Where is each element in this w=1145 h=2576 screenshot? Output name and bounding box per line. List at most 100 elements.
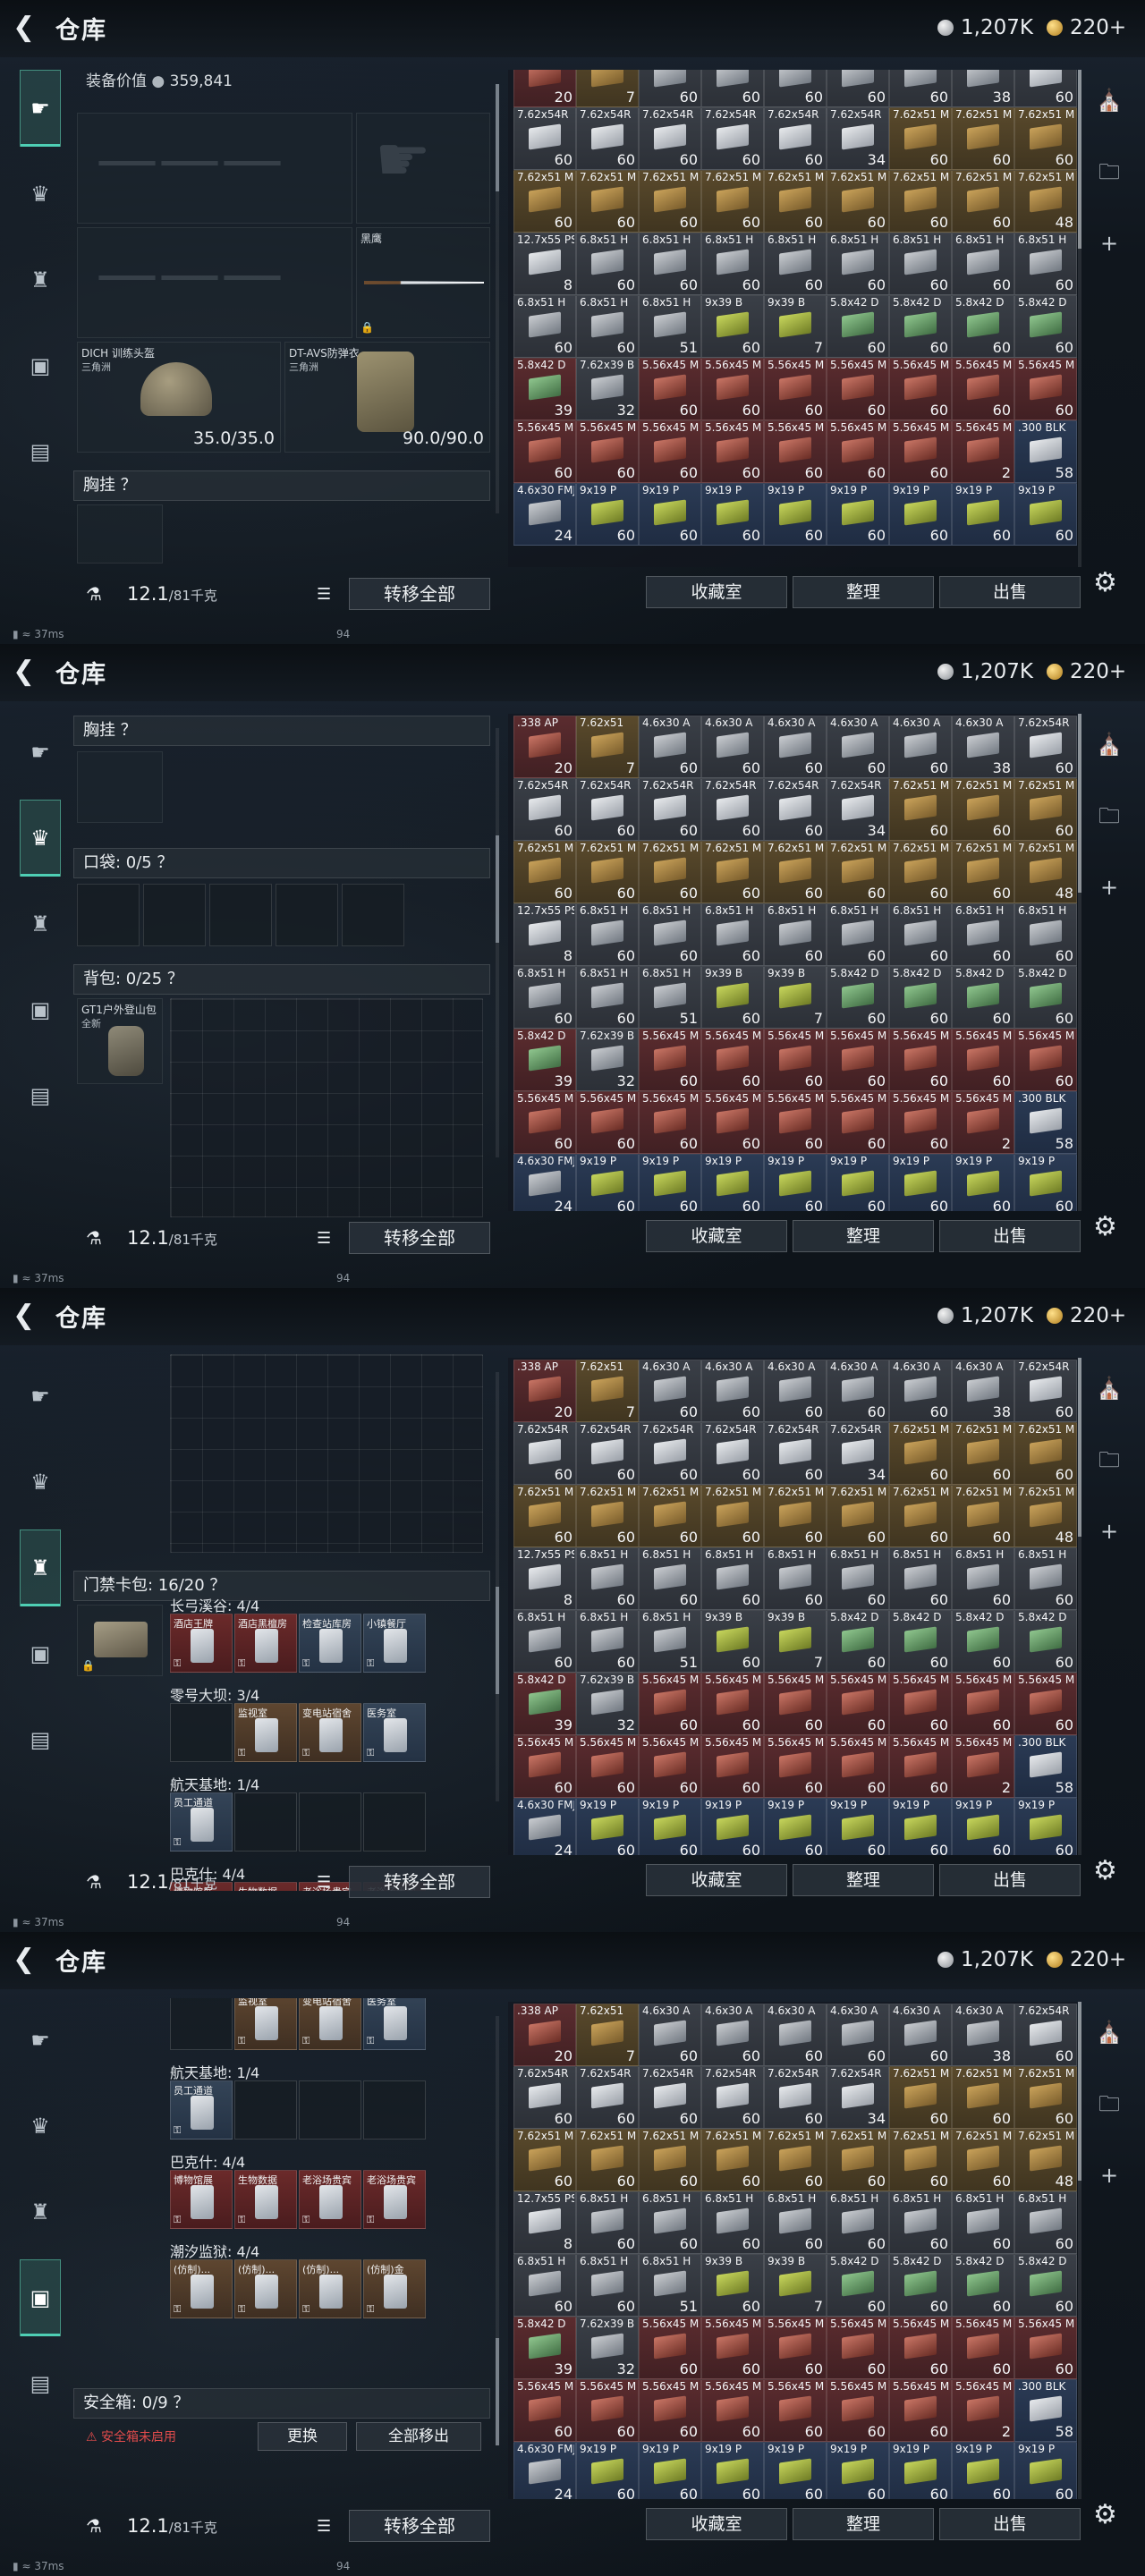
stash-item[interactable]: 7.62x51 M 60 [889, 2066, 952, 2129]
helmet-slot[interactable]: DICH 训练头盔 三角洲 35.0/35.0 [77, 342, 281, 453]
stash-item[interactable]: 5.56x45 M 60 [827, 1091, 889, 1154]
stash-item[interactable]: 6.8x51 H 60 [952, 903, 1014, 966]
keycard-slot[interactable]: 老浴场贵宾⚿ [299, 2170, 361, 2229]
stash-item[interactable]: 7.62x51 M 60 [889, 841, 952, 903]
stash-item[interactable]: 9x19 P 60 [827, 1154, 889, 1211]
stash-item[interactable]: 7.62x51 M 60 [764, 1485, 827, 1547]
sell-button[interactable]: 出售 [939, 2508, 1081, 2540]
stash-item[interactable]: 7.62x51 M 60 [639, 170, 701, 233]
stash-item[interactable]: 9x19 P 60 [952, 1798, 1014, 1855]
vest-icon[interactable]: ♛ [20, 1444, 61, 1521]
keycard-slot[interactable] [234, 2080, 297, 2140]
stash-item[interactable]: 5.56x45 M 60 [952, 358, 1014, 420]
backpack-grid[interactable] [170, 998, 483, 1217]
stash-item[interactable]: 5.56x45 M 60 [889, 1029, 952, 1091]
stash-item[interactable]: 7.62x51 M 60 [639, 1485, 701, 1547]
stash-item[interactable]: 7.62x51 M 60 [764, 2129, 827, 2191]
stash-item[interactable]: 5.56x45 M 60 [639, 1673, 701, 1735]
pistol-slot[interactable]: ☛ [356, 113, 490, 224]
stash-item[interactable]: .338 AP 20 [513, 2004, 576, 2066]
loadout-scroll-thumb[interactable] [496, 2338, 499, 2445]
stash-item[interactable]: 7.62x51 M 60 [513, 1485, 576, 1547]
stash-item[interactable]: 6.8x51 H 60 [1014, 2191, 1077, 2254]
stash-item[interactable]: 4.6x30 FMJ 24 [513, 1798, 576, 1855]
stash-item[interactable]: 6.8x51 H 60 [513, 295, 576, 358]
stash-item[interactable]: 5.8x42 D 60 [889, 1610, 952, 1673]
stash-item[interactable]: 7.62x54R 34 [827, 2066, 889, 2129]
stash-item[interactable]: 12.7x55 PS 8 [513, 233, 576, 295]
stash-item[interactable]: 5.56x45 M 60 [576, 1091, 639, 1154]
stash-item[interactable]: 6.8x51 H 60 [1014, 1547, 1077, 1610]
stash-scrollbar[interactable] [1078, 714, 1081, 1211]
keycard-slot[interactable] [363, 1792, 426, 1852]
gun-icon[interactable]: ☛ [20, 1358, 61, 1435]
stash-item[interactable]: 5.56x45 M 60 [639, 2317, 701, 2379]
stash-item[interactable]: 5.8x42 D 60 [952, 295, 1014, 358]
stash-item[interactable]: 5.56x45 M 2 [952, 2379, 1014, 2442]
list-icon[interactable]: ☰ [317, 1873, 331, 1892]
stash-item[interactable]: 9x19 P 60 [1014, 1798, 1077, 1855]
stash-item[interactable]: 5.56x45 M 60 [889, 1735, 952, 1798]
stash-item[interactable]: 6.8x51 H 51 [639, 295, 701, 358]
folder-icon[interactable]: 🗀 [1095, 801, 1124, 830]
stash-item[interactable]: 4.6x30 FMJ 24 [513, 1154, 576, 1211]
stash-item[interactable]: 9x19 P 60 [827, 483, 889, 546]
stash-item[interactable]: .338 AP 20 [513, 716, 576, 778]
stash-item[interactable]: 7.62x51 M 60 [952, 170, 1014, 233]
stash-item[interactable]: 5.8x42 D 60 [889, 2254, 952, 2317]
stash-item[interactable]: 7.62x51 M 60 [889, 107, 952, 170]
stash-item[interactable]: 9x19 P 60 [889, 1798, 952, 1855]
pocket-cell[interactable] [77, 884, 140, 946]
stash-item[interactable]: 6.8x51 H 60 [576, 966, 639, 1029]
stash-item[interactable]: 7.62x54R 60 [576, 1422, 639, 1485]
stash-item[interactable]: 5.56x45 M 60 [1014, 1673, 1077, 1735]
stash-item[interactable]: 5.56x45 M 60 [827, 420, 889, 483]
stash-item[interactable]: 5.56x45 M 2 [952, 1091, 1014, 1154]
card-icon[interactable]: ▣ [20, 971, 61, 1048]
stash-item[interactable]: 7.62x51 M 60 [952, 2129, 1014, 2191]
stash-item[interactable]: 7.62x54R 60 [513, 1422, 576, 1485]
sort-button[interactable]: 整理 [793, 1864, 934, 1896]
stash-item[interactable]: 7.62x51 7 [576, 716, 639, 778]
case-icon[interactable]: ▤ [20, 413, 61, 490]
backpack-header[interactable]: 背包: 0/25 ？ [73, 964, 490, 995]
pocket-cell[interactable] [143, 884, 206, 946]
keycard-bag-header[interactable]: 门禁卡包: 16/20 ？ [73, 1571, 490, 1601]
stash-item[interactable]: 7.62x51 M 48 [1014, 1485, 1077, 1547]
stash-item[interactable]: 5.56x45 M 60 [827, 358, 889, 420]
stash-item[interactable]: 7.62x54R 34 [827, 778, 889, 841]
stash-item[interactable]: 4.6x30 A60 [701, 70, 764, 107]
stash-item[interactable]: 4.6x30 A60 [701, 2004, 764, 2066]
pocket-cell[interactable] [276, 884, 338, 946]
stash-item[interactable]: 5.56x45 M 60 [764, 1673, 827, 1735]
loadout-scroll-thumb[interactable] [496, 1587, 499, 1694]
stash-item[interactable]: 4.6x30 A60 [701, 716, 764, 778]
stash-item[interactable]: 5.8x42 D 60 [889, 295, 952, 358]
stash-item[interactable]: 12.7x55 PS 8 [513, 2191, 576, 2254]
keycard-slot[interactable]: (仿制)... ⚿ [234, 2259, 297, 2318]
stash-item[interactable]: 7.62x51 M 60 [576, 170, 639, 233]
stash-item[interactable]: 7.62x54R 60 [701, 1422, 764, 1485]
card-icon[interactable]: ▣ [20, 1615, 61, 1692]
folder-icon[interactable]: 🗀 [1095, 1445, 1124, 1474]
stash-item[interactable]: 4.6x30 A60 [889, 70, 952, 107]
stash-item[interactable]: 7.62x54R 60 [1014, 2004, 1077, 2066]
stash-item[interactable]: 5.56x45 M 60 [701, 1091, 764, 1154]
gold-currency[interactable]: 220+ [1047, 1946, 1126, 1973]
gold-currency[interactable]: 220+ [1047, 658, 1126, 685]
stash-scroll-thumb[interactable] [1078, 1358, 1081, 1537]
stash-item[interactable]: 6.8x51 H 60 [952, 233, 1014, 295]
stash-item[interactable]: 9x19 P 60 [701, 1798, 764, 1855]
stash-item[interactable]: 7.62x51 M 60 [1014, 1422, 1077, 1485]
keycard-bag-slot[interactable]: 🔒 [77, 1605, 163, 1676]
stash-item[interactable]: 5.56x45 M 60 [639, 1091, 701, 1154]
stash-item[interactable]: 6.8x51 H 60 [701, 2191, 764, 2254]
stash-item[interactable]: 7.62x39 B 32 [576, 358, 639, 420]
plus-icon[interactable]: + [1095, 1517, 1124, 1546]
stash-item[interactable]: .300 BLK 58 [1014, 1735, 1077, 1798]
stash-item[interactable]: 4.6x30 A60 [889, 716, 952, 778]
stash-item[interactable]: 6.8x51 H 60 [701, 233, 764, 295]
stash-item[interactable]: 6.8x51 H 60 [889, 1547, 952, 1610]
vest-icon[interactable]: ♛ [20, 2088, 61, 2165]
list-icon[interactable]: ☰ [317, 2517, 331, 2536]
